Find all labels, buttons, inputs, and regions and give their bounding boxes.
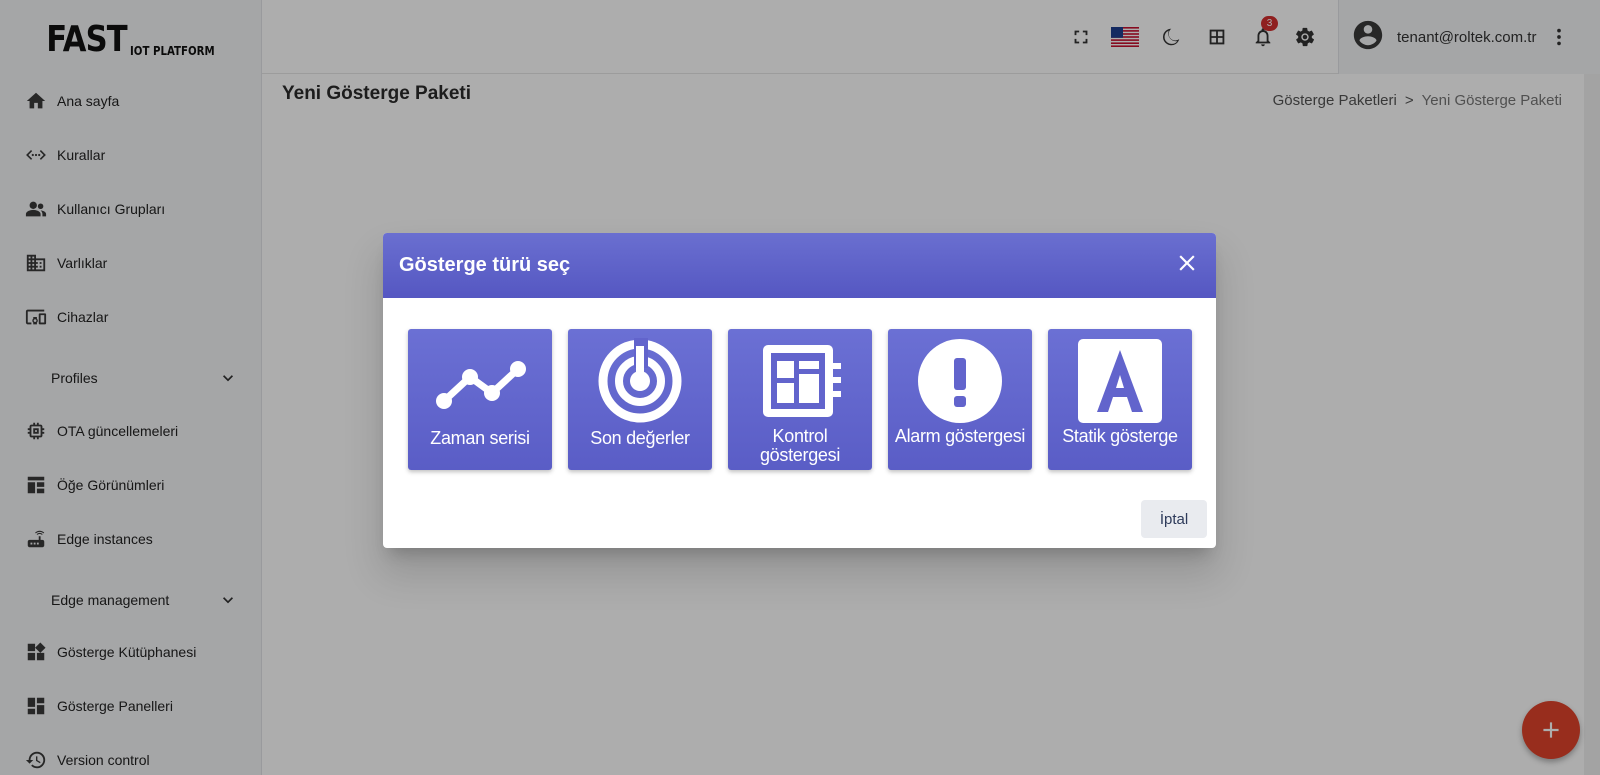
dialog-header: Gösterge türü seç [383, 233, 1216, 298]
select-widget-type-dialog: Gösterge türü seç Zaman serisi Son değer… [383, 233, 1216, 548]
latest-values-icon [568, 337, 712, 425]
tile-label: Alarm göstergesi [894, 426, 1026, 446]
control-widget-icon [728, 337, 872, 425]
tile-label: Kontrol göstergesi [759, 426, 841, 465]
widget-type-control[interactable]: Kontrol göstergesi [728, 329, 872, 470]
static-widget-icon [1048, 337, 1192, 425]
close-icon [1179, 255, 1195, 271]
widget-type-timeseries[interactable]: Zaman serisi [408, 329, 552, 470]
widget-type-static[interactable]: Statik gösterge [1048, 329, 1192, 470]
alarm-icon [888, 337, 1032, 425]
close-button[interactable] [1174, 250, 1200, 281]
tile-label: Son değerler [590, 428, 690, 448]
tile-label: Statik gösterge [1062, 426, 1178, 446]
timeseries-icon [408, 337, 552, 425]
dialog-title: Gösterge türü seç [399, 254, 571, 276]
widget-type-alarm[interactable]: Alarm göstergesi [888, 329, 1032, 470]
widget-type-list: Zaman serisi Son değerler Kontrol göster… [408, 329, 1192, 470]
cancel-button[interactable]: İptal [1141, 500, 1207, 538]
tile-label: Zaman serisi [430, 428, 530, 448]
widget-type-latest-values[interactable]: Son değerler [568, 329, 712, 470]
